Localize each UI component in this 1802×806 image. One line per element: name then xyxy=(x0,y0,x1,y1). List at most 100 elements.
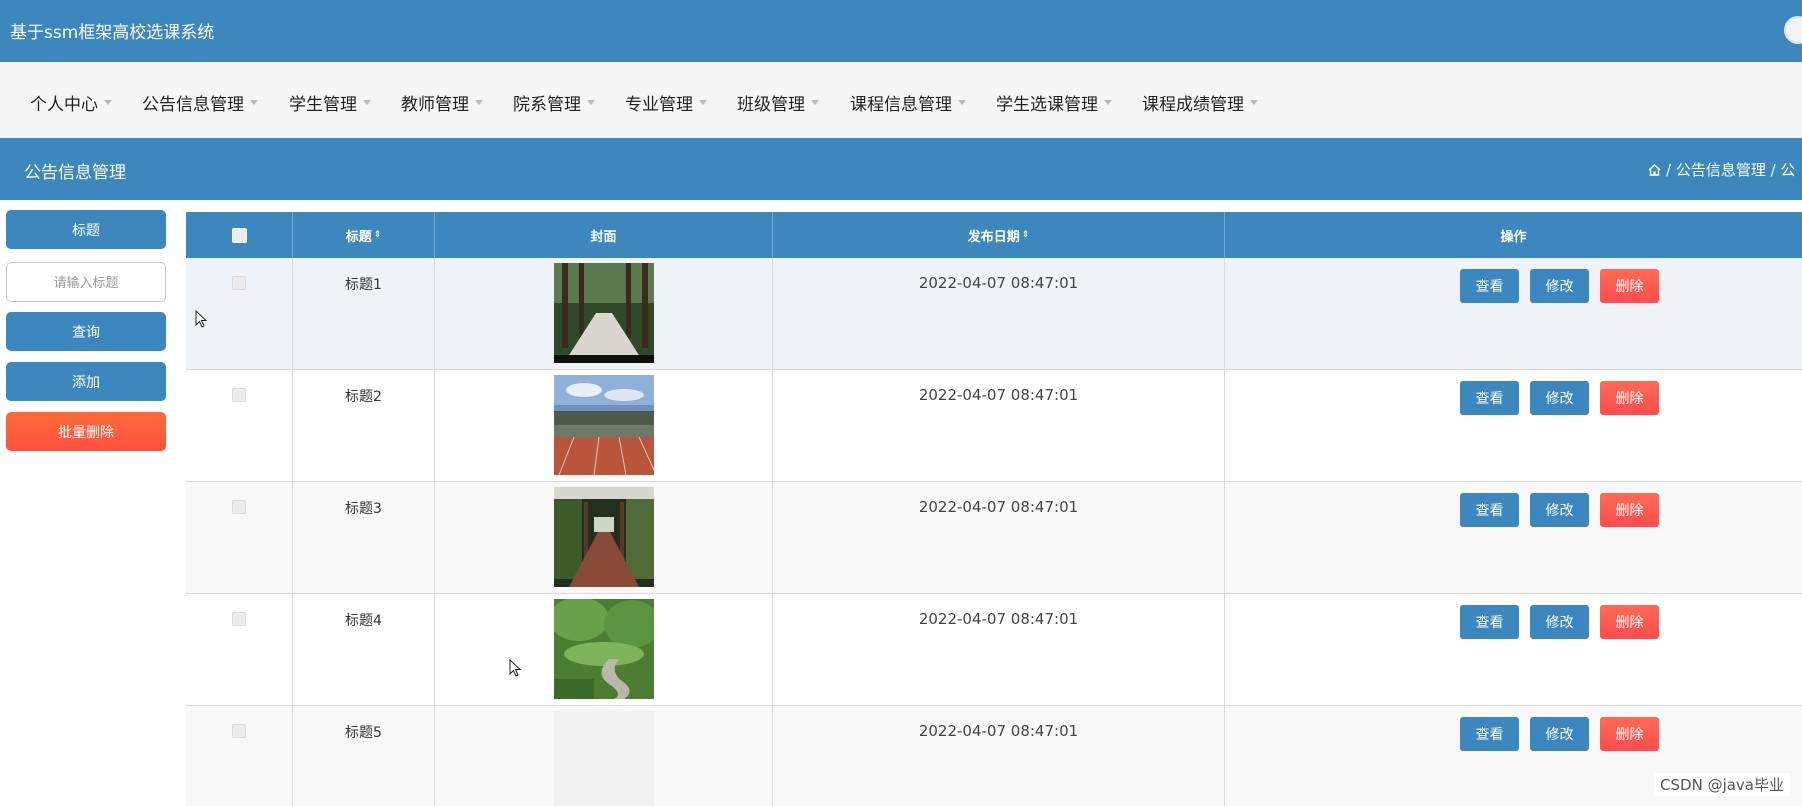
batch-delete-button[interactable]: 批量删除 xyxy=(6,412,166,451)
caret-down-icon xyxy=(811,100,819,105)
nav-label: 公告信息管理 xyxy=(142,95,244,115)
cell-actions: 查看 修改 删除 xyxy=(1225,594,1802,705)
cell-actions: 查看 修改 删除 xyxy=(1225,482,1802,593)
cell-title: 标题3 xyxy=(293,482,435,593)
delete-button[interactable]: 删除 xyxy=(1600,493,1659,527)
header-select-all xyxy=(186,212,293,258)
caret-down-icon xyxy=(475,100,483,105)
cell-date: 2022-04-07 08:47:01 xyxy=(773,706,1225,806)
table-header: 标题 ⇕ 封面 发布日期 ⇕ 操作 xyxy=(186,212,1802,258)
header-cover: 封面 xyxy=(435,212,773,258)
caret-down-icon xyxy=(699,100,707,105)
delete-button[interactable]: 删除 xyxy=(1600,381,1659,415)
cell-actions: 查看 修改 删除 xyxy=(1225,258,1802,369)
row-checkbox[interactable] xyxy=(232,276,246,290)
cell-select xyxy=(186,370,293,481)
breadcrumb: / 公告信息管理 / 公 xyxy=(1648,159,1795,180)
nav-item-score-management[interactable]: 课程成绩管理 xyxy=(1142,90,1258,115)
row-title: 标题1 xyxy=(345,277,382,293)
nav-item-class-management[interactable]: 班级管理 xyxy=(737,90,819,115)
edit-button[interactable]: 修改 xyxy=(1530,269,1589,303)
edit-button[interactable]: 修改 xyxy=(1530,381,1589,415)
app-root: 基于ssm框架高校选课系统 个人中心 公告信息管理 学生管理 教师管理 院系管理… xyxy=(0,0,1802,806)
row-checkbox[interactable] xyxy=(232,612,246,626)
add-button[interactable]: 添加 xyxy=(6,362,166,401)
row-date: 2022-04-07 08:47:01 xyxy=(918,610,1079,628)
row-title: 标题5 xyxy=(345,725,382,741)
header-cover-label: 封面 xyxy=(590,229,617,245)
nav-item-course-management[interactable]: 课程信息管理 xyxy=(850,90,966,115)
caret-down-icon xyxy=(1250,100,1258,105)
cell-select xyxy=(186,706,293,806)
cell-title: 标题2 xyxy=(293,370,435,481)
view-button[interactable]: 查看 xyxy=(1460,381,1519,415)
cover-image xyxy=(554,263,654,363)
view-button[interactable]: 查看 xyxy=(1460,269,1519,303)
nav-label: 学生选课管理 xyxy=(996,95,1098,115)
row-checkbox[interactable] xyxy=(232,500,246,514)
header-actions: 操作 xyxy=(1225,212,1802,258)
edit-button[interactable]: 修改 xyxy=(1530,717,1589,751)
nav-item-major-management[interactable]: 专业管理 xyxy=(625,90,707,115)
table-row: 标题2 2022-04-07 08:47:01 查看 修改 删除 xyxy=(186,370,1802,482)
nav-item-student-management[interactable]: 学生管理 xyxy=(289,90,371,115)
cell-date: 2022-04-07 08:47:01 xyxy=(773,482,1225,593)
delete-button[interactable]: 删除 xyxy=(1600,269,1659,303)
caret-down-icon xyxy=(587,100,595,105)
cell-title: 标题5 xyxy=(293,706,435,806)
title-label: 标题 xyxy=(6,210,166,249)
nav-label: 课程成绩管理 xyxy=(1142,95,1244,115)
avatar[interactable] xyxy=(1784,16,1802,44)
cell-select xyxy=(186,594,293,705)
nav-item-teacher-management[interactable]: 教师管理 xyxy=(401,90,483,115)
cover-image xyxy=(554,711,654,806)
home-icon[interactable] xyxy=(1648,163,1661,176)
cell-date: 2022-04-07 08:47:01 xyxy=(773,594,1225,705)
edit-button[interactable]: 修改 xyxy=(1530,493,1589,527)
nav-label: 院系管理 xyxy=(513,95,581,115)
table-row: 标题3 2022-04-07 08:47:01 查看 修改 删除 xyxy=(186,482,1802,594)
nav-item-personal-center[interactable]: 个人中心 xyxy=(30,90,112,115)
header-publish-date[interactable]: 发布日期 ⇕ xyxy=(773,212,1225,258)
edit-button[interactable]: 修改 xyxy=(1530,605,1589,639)
view-button[interactable]: 查看 xyxy=(1460,717,1519,751)
breadcrumb-text[interactable]: / 公告信息管理 / 公 xyxy=(1666,159,1795,180)
cell-title: 标题1 xyxy=(293,258,435,369)
header-title[interactable]: 标题 ⇕ xyxy=(293,212,435,258)
nav-item-notice-management[interactable]: 公告信息管理 xyxy=(142,90,258,115)
view-button[interactable]: 查看 xyxy=(1460,605,1519,639)
header-date-label: 发布日期 xyxy=(967,229,1020,245)
cell-select xyxy=(186,482,293,593)
nav-label: 教师管理 xyxy=(401,95,469,115)
sort-icon: ⇕ xyxy=(373,230,382,240)
nav-label: 个人中心 xyxy=(30,95,98,115)
caret-down-icon xyxy=(250,100,258,105)
title-search-input[interactable] xyxy=(6,262,166,302)
sort-icon: ⇕ xyxy=(1021,230,1030,240)
delete-button[interactable]: 删除 xyxy=(1600,605,1659,639)
row-checkbox[interactable] xyxy=(232,388,246,402)
header-title-label: 标题 xyxy=(345,229,372,245)
row-checkbox[interactable] xyxy=(232,724,246,738)
main-nav: 个人中心 公告信息管理 学生管理 教师管理 院系管理 专业管理 班级管理 课程信… xyxy=(0,62,1802,138)
cover-image xyxy=(554,599,654,699)
row-date: 2022-04-07 08:47:01 xyxy=(918,386,1079,404)
nav-item-department-management[interactable]: 院系管理 xyxy=(513,90,595,115)
cover-image xyxy=(554,375,654,475)
query-button[interactable]: 查询 xyxy=(6,312,166,351)
nav-item-course-selection-management[interactable]: 学生选课管理 xyxy=(996,90,1112,115)
cell-cover xyxy=(435,482,773,593)
header-actions-label: 操作 xyxy=(1500,229,1527,245)
row-title: 标题3 xyxy=(345,501,382,517)
cell-title: 标题4 xyxy=(293,594,435,705)
cell-date: 2022-04-07 08:47:01 xyxy=(773,370,1225,481)
delete-button[interactable]: 删除 xyxy=(1600,717,1659,751)
row-title: 标题2 xyxy=(345,389,382,405)
select-all-checkbox[interactable] xyxy=(231,227,247,243)
table-row: 标题4 2022-04-07 08:47:01 查看 修改 删除 xyxy=(186,594,1802,706)
nav-label: 课程信息管理 xyxy=(850,95,952,115)
mouse-cursor-icon xyxy=(509,659,521,677)
cell-cover xyxy=(435,706,773,806)
view-button[interactable]: 查看 xyxy=(1460,493,1519,527)
cell-cover xyxy=(435,594,773,705)
